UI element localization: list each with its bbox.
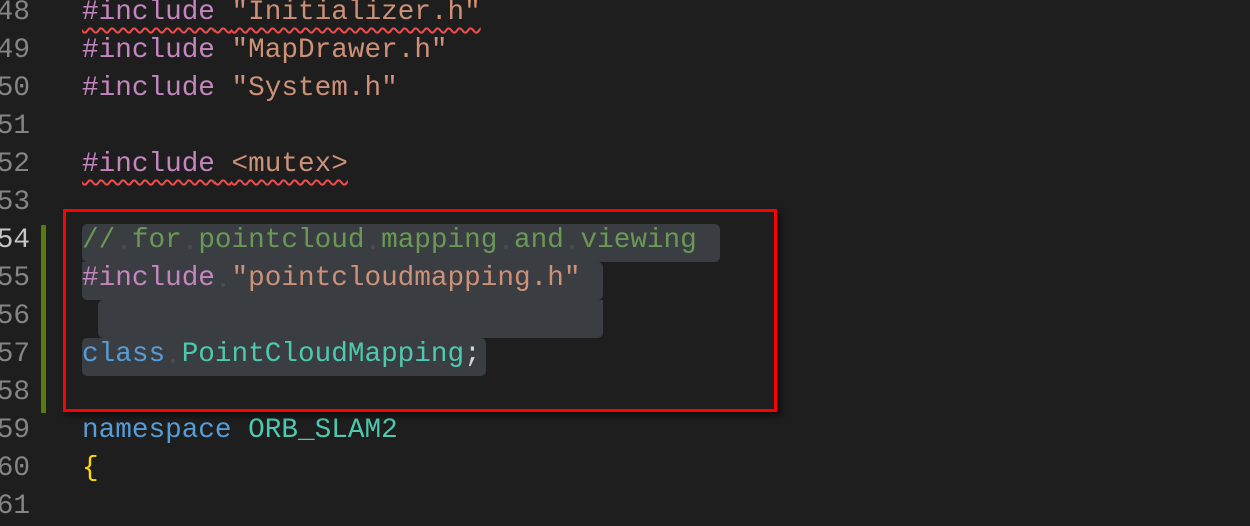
preprocessor-keyword: #include bbox=[82, 73, 215, 104]
code-line: 52 #include <mutex> bbox=[0, 146, 1250, 184]
line-number: 57 bbox=[0, 339, 30, 370]
line-number: 49 bbox=[0, 35, 30, 66]
line-number: 54 bbox=[0, 225, 30, 256]
line-number: 51 bbox=[0, 111, 30, 142]
line-number: 60 bbox=[0, 453, 30, 484]
line-number: 58 bbox=[0, 377, 30, 408]
open-brace: { bbox=[82, 453, 99, 484]
line-number: 61 bbox=[0, 491, 30, 522]
line-number: 59 bbox=[0, 415, 30, 446]
code-line: 50 #include "System.h" bbox=[0, 70, 1250, 108]
code-line: 61 bbox=[0, 488, 1250, 526]
preprocessor-keyword: #include bbox=[82, 35, 215, 66]
code-line: 59 namespace ORB_SLAM2 bbox=[0, 412, 1250, 450]
include-path: "System.h" bbox=[231, 73, 398, 104]
code-line: 51 bbox=[0, 108, 1250, 146]
line-number: 52 bbox=[0, 149, 30, 180]
code-line: 49 #include "MapDrawer.h" bbox=[0, 32, 1250, 70]
line-number: 55 bbox=[0, 263, 30, 294]
include-path: "MapDrawer.h" bbox=[231, 35, 448, 66]
namespace-keyword: namespace bbox=[82, 415, 232, 446]
red-highlight-annotation-box bbox=[63, 209, 777, 412]
namespace-name: ORB_SLAM2 bbox=[248, 415, 398, 446]
line-number: 53 bbox=[0, 187, 30, 218]
code-line: 48 #include "Initializer.h" bbox=[0, 0, 1250, 32]
line-number: 50 bbox=[0, 73, 30, 104]
preprocessor-keyword: #include bbox=[82, 0, 215, 28]
code-line: 60 { bbox=[0, 450, 1250, 488]
line-number: 48 bbox=[0, 0, 30, 28]
include-path: "Initializer.h" bbox=[231, 0, 481, 28]
include-path: <mutex> bbox=[231, 149, 348, 180]
line-number: 56 bbox=[0, 301, 30, 332]
preprocessor-keyword: #include bbox=[82, 149, 215, 180]
